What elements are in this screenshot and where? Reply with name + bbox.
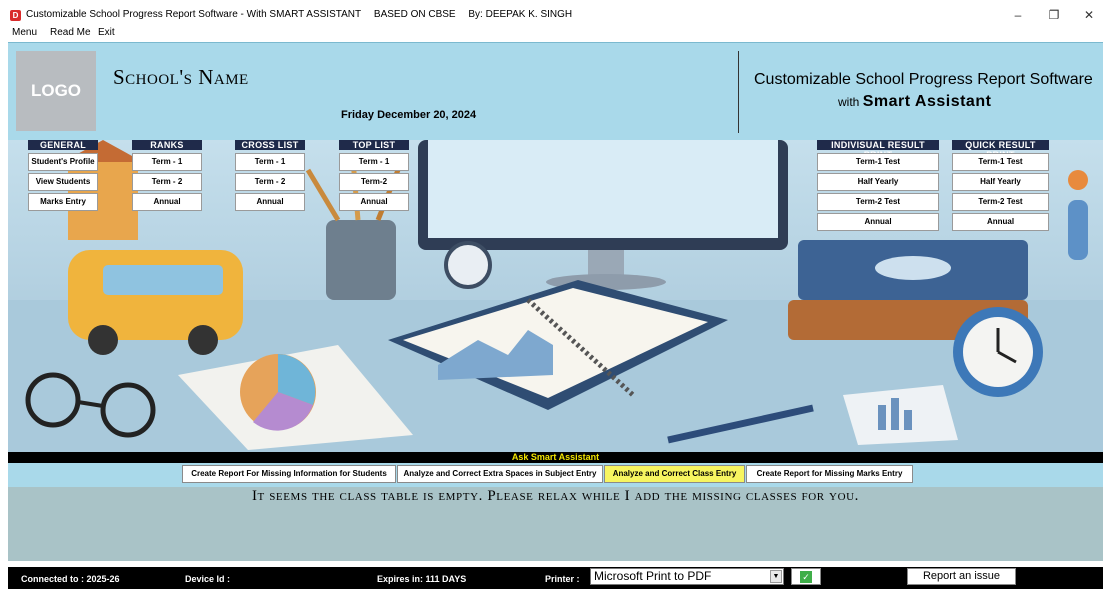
minimize-button[interactable]: – bbox=[1004, 6, 1032, 24]
students-profile-button[interactable]: Student's Profile bbox=[28, 153, 98, 171]
printer-select-value: Microsoft Print to PDF bbox=[594, 569, 712, 583]
cross-list-menu-title: CROSS LIST bbox=[235, 140, 305, 150]
printer-confirm-button[interactable]: ✓ bbox=[791, 568, 821, 585]
ranks-annual-button[interactable]: Annual bbox=[132, 193, 202, 211]
individual-annual-button[interactable]: Annual bbox=[817, 213, 939, 231]
top-list-annual-button[interactable]: Annual bbox=[339, 193, 409, 211]
ranks-menu-title: RANKS bbox=[132, 140, 202, 150]
close-button[interactable]: ✕ bbox=[1075, 6, 1103, 24]
expiry-status: Expires in: 111 DAYS bbox=[377, 574, 467, 584]
individual-term2-test-button[interactable]: Term-2 Test bbox=[817, 193, 939, 211]
quick-half-yearly-button[interactable]: Half Yearly bbox=[952, 173, 1049, 191]
quick-term1-test-button[interactable]: Term-1 Test bbox=[952, 153, 1049, 171]
menu-item-menu[interactable]: Menu bbox=[12, 27, 37, 38]
report-issue-button[interactable]: Report an issue bbox=[907, 568, 1016, 585]
top-list-term2-button[interactable]: Term-2 bbox=[339, 173, 409, 191]
connection-status: Connected to : 2025-26 bbox=[21, 574, 120, 584]
view-students-button[interactable]: View Students bbox=[28, 173, 98, 191]
quick-annual-button[interactable]: Annual bbox=[952, 213, 1049, 231]
school-logo: LOGO bbox=[16, 51, 96, 131]
correct-class-entry-button[interactable]: Analyze and Correct Class Entry bbox=[604, 465, 745, 483]
cross-list-term2-button[interactable]: Term - 2 bbox=[235, 173, 305, 191]
title-bar: D Customizable School Progress Report So… bbox=[0, 0, 1103, 26]
school-name: School's Name bbox=[113, 65, 249, 89]
device-id: Device Id : bbox=[185, 574, 231, 584]
dropdown-arrow-icon[interactable]: ▼ bbox=[770, 570, 782, 583]
current-date: Friday December 20, 2024 bbox=[341, 109, 477, 121]
printer-select[interactable]: Microsoft Print to PDF ▼ bbox=[590, 568, 784, 585]
window-title-text: Customizable School Progress Report Soft… bbox=[26, 9, 362, 20]
general-menu-title: GENERAL bbox=[28, 140, 98, 150]
author-text: By: DEEPAK K. SINGH bbox=[468, 9, 573, 20]
menu-item-read-me[interactable]: Read Me bbox=[50, 27, 91, 38]
assistant-message: It seems the class table is empty. Pleas… bbox=[251, 488, 860, 504]
extra-spaces-subject-button[interactable]: Analyze and Correct Extra Spaces in Subj… bbox=[397, 465, 603, 483]
tagline-with: with bbox=[838, 95, 860, 109]
based-on-text: BASED ON CBSE bbox=[373, 9, 456, 20]
missing-marks-report-button[interactable]: Create Report for Missing Marks Entry bbox=[746, 465, 913, 483]
top-list-menu-title: TOP LIST bbox=[339, 140, 409, 150]
quick-result-menu-title: QUICK RESULT PRINT bbox=[952, 140, 1049, 160]
check-icon: ✓ bbox=[800, 571, 812, 583]
ranks-term2-button[interactable]: Term - 2 bbox=[132, 173, 202, 191]
individual-term1-test-button[interactable]: Term-1 Test bbox=[817, 153, 939, 171]
marks-entry-button[interactable]: Marks Entry bbox=[28, 193, 98, 211]
cross-list-term1-button[interactable]: Term - 1 bbox=[235, 153, 305, 171]
smart-assistant-title: Ask Smart Assistant bbox=[8, 452, 1103, 463]
quick-term2-test-button[interactable]: Term-2 Test bbox=[952, 193, 1049, 211]
restore-button[interactable]: ❐ bbox=[1040, 6, 1068, 24]
header-band: LOGO School's Name Friday December 20, 2… bbox=[8, 42, 1103, 140]
top-list-term1-button[interactable]: Term - 1 bbox=[339, 153, 409, 171]
printer-label: Printer : bbox=[545, 574, 580, 584]
individual-result-menu-title: INDIVISUAL RESULT PRINT bbox=[817, 140, 939, 160]
cross-list-annual-button[interactable]: Annual bbox=[235, 193, 305, 211]
individual-half-yearly-button[interactable]: Half Yearly bbox=[817, 173, 939, 191]
tagline-brand: Smart Assistant bbox=[862, 93, 992, 110]
missing-info-report-button[interactable]: Create Report For Missing Information fo… bbox=[182, 465, 396, 483]
window-title: Customizable School Progress Report Soft… bbox=[26, 9, 582, 20]
software-title: Customizable School Progress Report Soft… bbox=[754, 71, 1093, 88]
ranks-term1-button[interactable]: Term - 1 bbox=[132, 153, 202, 171]
menu-bar: Menu Read Me Exit bbox=[0, 26, 1103, 42]
menu-item-exit[interactable]: Exit bbox=[98, 27, 115, 38]
header-divider bbox=[738, 51, 739, 133]
software-tagline: with Smart Assistant bbox=[838, 93, 991, 111]
app-icon: D bbox=[10, 10, 21, 21]
